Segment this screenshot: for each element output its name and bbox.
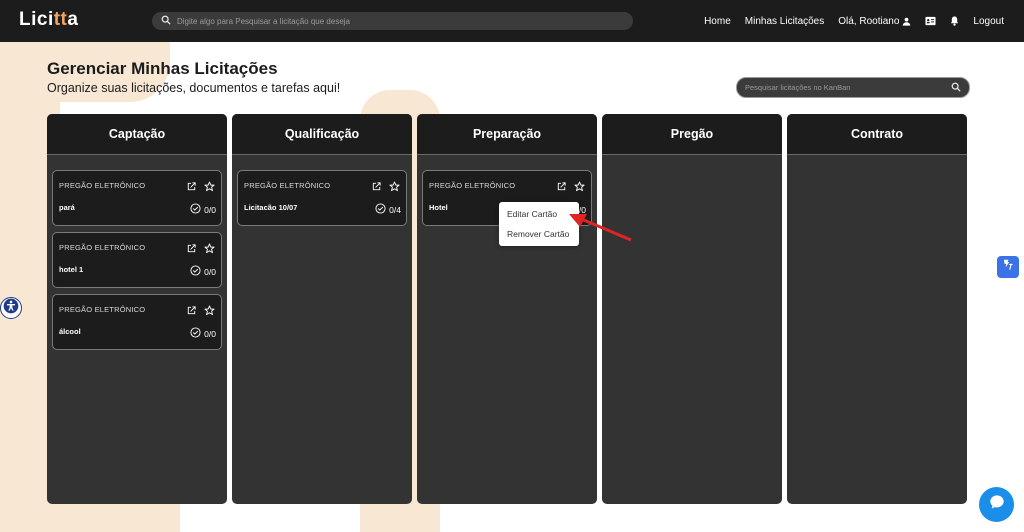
user-icon [902, 17, 911, 26]
star-icon[interactable] [389, 179, 400, 197]
card-name: Hotel [429, 203, 448, 212]
global-search-bar [152, 12, 633, 30]
translate-icon [1001, 258, 1015, 277]
nav-links: Home Minhas Licitações Olá, Rootiano Log… [704, 0, 1004, 42]
kanban-search-bar [736, 77, 970, 98]
page-title: Gerenciar Minhas Licitações [47, 59, 278, 78]
star-icon[interactable] [574, 179, 585, 197]
check-circle-icon [375, 203, 386, 216]
card-name: álcool [59, 327, 81, 336]
sign-language-button[interactable] [997, 256, 1019, 278]
external-link-icon[interactable] [186, 179, 197, 197]
progress-count: 0/0 [204, 204, 216, 215]
bid-card[interactable]: PREGÃO ELETRÔNICO pará 0/0 [52, 170, 222, 226]
bid-card[interactable]: PREGÃO ELETRÔNICO Licitacão 10/07 0/4 [237, 170, 407, 226]
column-title: Preparação [417, 114, 597, 155]
card-type: PREGÃO ELETRÔNICO [429, 181, 516, 190]
progress-count: 0/4 [389, 204, 401, 215]
annotation-arrow [569, 214, 632, 242]
card-type: PREGÃO ELETRÔNICO [59, 181, 146, 190]
page-subtitle: Organize suas licitações, documentos e t… [47, 81, 341, 95]
nav-logout-link[interactable]: Logout [973, 16, 1004, 27]
card-name: hotel 1 [59, 265, 84, 274]
star-icon[interactable] [204, 241, 215, 259]
column-title: Captação [47, 114, 227, 155]
kanban-column-contrato: Contrato [787, 114, 967, 504]
external-link-icon[interactable] [186, 241, 197, 259]
nav-my-bids-link[interactable]: Minhas Licitações [745, 16, 824, 27]
top-navbar: Licitta Home Minhas Licitações Olá, Root… [0, 0, 1024, 42]
search-icon[interactable] [951, 79, 961, 97]
accessibility-button[interactable] [0, 297, 22, 319]
card-progress: 0/0 [190, 203, 216, 216]
bid-card[interactable]: PREGÃO ELETRÔNICO hotel 1 0/0 [52, 232, 222, 288]
search-icon [161, 12, 171, 30]
card-name: Licitacão 10/07 [244, 203, 298, 212]
column-title: Qualificação [232, 114, 412, 155]
column-title: Contrato [787, 114, 967, 155]
chat-button[interactable] [979, 487, 1014, 522]
user-menu[interactable]: Olá, Rootiano [838, 16, 911, 27]
progress-count: 0/0 [204, 328, 216, 339]
kanban-column-pregao: Pregão [602, 114, 782, 504]
card-progress: 0/0 [190, 327, 216, 340]
card-type: PREGÃO ELETRÔNICO [59, 305, 146, 314]
id-card-icon[interactable] [925, 16, 936, 26]
check-circle-icon [190, 265, 201, 278]
kanban-column-qualificacao: Qualificação PREGÃO ELETRÔNICO Licitacão… [232, 114, 412, 504]
card-name: pará [59, 203, 75, 212]
kanban-search-input[interactable] [745, 83, 951, 92]
external-link-icon[interactable] [556, 179, 567, 197]
bid-card[interactable]: PREGÃO ELETRÔNICO álcool 0/0 [52, 294, 222, 350]
logo-text: Lici [19, 9, 54, 30]
global-search-input[interactable] [177, 16, 617, 26]
chat-icon [989, 494, 1005, 515]
kanban-column-captacao: Captação PREGÃO ELETRÔNICO pará 0/0 PREG… [47, 114, 227, 504]
card-progress: 0/0 [190, 265, 216, 278]
external-link-icon[interactable] [371, 179, 382, 197]
user-greeting: Olá, Rootiano [838, 15, 900, 27]
card-type: PREGÃO ELETRÔNICO [244, 181, 331, 190]
nav-home-link[interactable]: Home [704, 16, 731, 27]
logo-text-end: a [67, 9, 79, 30]
star-icon[interactable] [204, 179, 215, 197]
kanban-column-preparacao: Preparação PREGÃO ELETRÔNICO Hotel 0/0 [417, 114, 597, 504]
check-circle-icon [190, 203, 201, 216]
star-icon[interactable] [204, 303, 215, 321]
card-type: PREGÃO ELETRÔNICO [59, 243, 146, 252]
logo[interactable]: Licitta [19, 9, 78, 31]
progress-count: 0/0 [204, 266, 216, 277]
card-progress: 0/4 [375, 203, 401, 216]
logo-accent-text: tt [53, 9, 68, 30]
accessibility-icon [3, 298, 19, 319]
check-circle-icon [190, 327, 201, 340]
column-title: Pregão [602, 114, 782, 155]
external-link-icon[interactable] [186, 303, 197, 321]
bell-icon[interactable] [950, 16, 959, 26]
